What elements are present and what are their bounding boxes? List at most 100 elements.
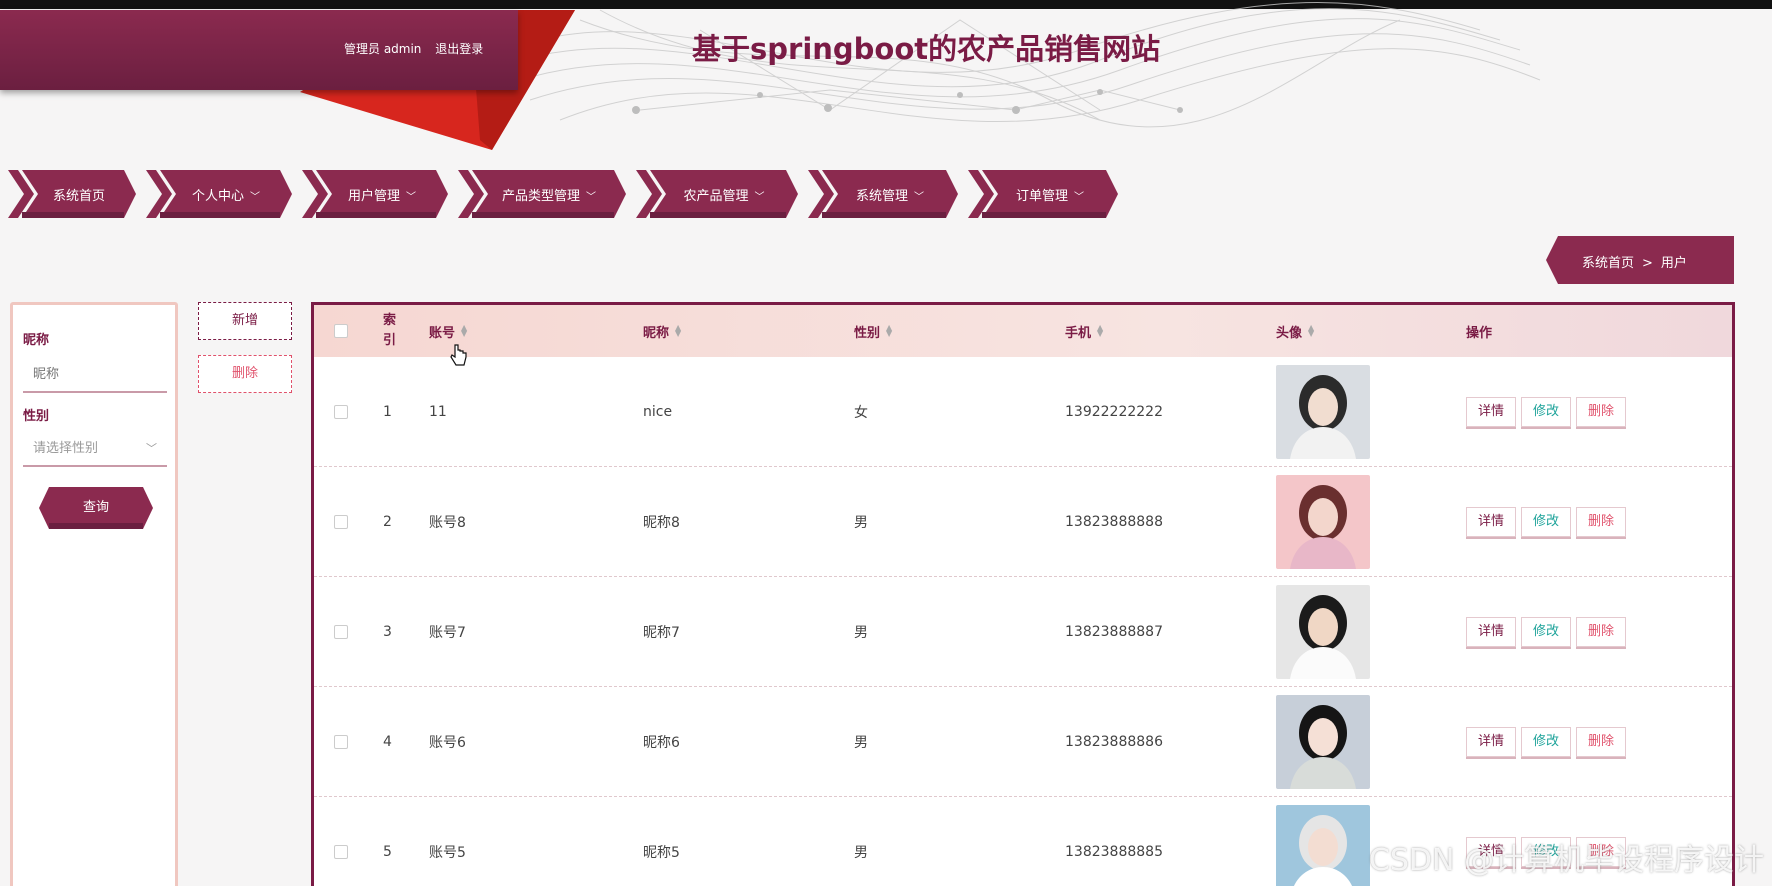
nav-item-label: 农产品管理 ﹀ [636, 185, 798, 204]
nav-item-6[interactable]: 订单管理 ﹀ [968, 170, 1118, 218]
detail-button[interactable]: 详情 [1466, 727, 1516, 757]
row-checkbox[interactable] [334, 405, 348, 419]
admin-user-label: 管理员 admin [344, 42, 422, 56]
chevron-down-icon: ﹀ [406, 191, 416, 203]
edit-button[interactable]: 修改 [1521, 507, 1571, 537]
query-button[interactable]: 查询 [39, 487, 153, 529]
row-ops-cell: 详情 修改 删除 [1466, 467, 1626, 577]
avatar [1276, 365, 1370, 459]
delete-button[interactable]: 删除 [1576, 727, 1626, 757]
col-gender-header[interactable]: 性别 ▲ ▼ [854, 305, 892, 357]
row-nickname: 昵称7 [643, 625, 680, 641]
detail-button[interactable]: 详情 [1466, 617, 1516, 647]
detail-button[interactable]: 详情 [1466, 397, 1516, 427]
hand-cursor-icon [450, 344, 467, 366]
nav-item-4[interactable]: 农产品管理 ﹀ [636, 170, 798, 218]
sort-icon[interactable]: ▲ ▼ [461, 324, 467, 338]
row-checkbox[interactable] [334, 625, 348, 639]
edit-button[interactable]: 修改 [1521, 727, 1571, 757]
batch-delete-button[interactable]: 删除 [198, 355, 292, 393]
site-title: 基于springboot的农产品销售网站 [692, 32, 1161, 66]
table-row: 3 账号7 昵称7 男 13823888887 详情 修改 删除 [314, 577, 1732, 687]
nav-item-label: 系统管理 ﹀ [808, 185, 958, 204]
col-nickname-label: 昵称 [643, 325, 670, 341]
add-button[interactable]: 新增 [198, 302, 292, 340]
row-index: 4 [383, 734, 392, 750]
row-ops-cell: 详情 修改 删除 [1466, 357, 1626, 467]
row-gender: 男 [854, 515, 868, 531]
col-gender-label: 性别 [854, 325, 881, 341]
row-phone: 13823888888 [1065, 514, 1163, 530]
row-checkbox-cell [334, 467, 348, 577]
row-index: 1 [383, 404, 392, 420]
chevron-down-icon: ﹀ [586, 191, 596, 203]
col-account-label: 账号 [429, 325, 456, 341]
avatar [1276, 585, 1370, 679]
breadcrumb-home-link[interactable]: 系统首页 [1582, 256, 1634, 271]
row-ops-cell: 详情 修改 删除 [1466, 577, 1626, 687]
delete-button[interactable]: 删除 [1576, 617, 1626, 647]
delete-button[interactable]: 删除 [1576, 507, 1626, 537]
col-phone-header[interactable]: 手机 ▲ ▼ [1065, 305, 1103, 357]
nav-item-text: 农产品管理 [683, 188, 749, 204]
chevron-down-icon: ﹀ [1074, 191, 1084, 203]
row-index: 3 [383, 624, 392, 640]
row-account: 账号8 [429, 515, 466, 531]
breadcrumb-separator: > [1642, 256, 1653, 271]
row-checkbox[interactable] [334, 515, 348, 529]
row-account: 账号5 [429, 845, 466, 861]
gender-select-placeholder: 请选择性别 [33, 441, 99, 456]
row-gender: 女 [854, 405, 868, 421]
edit-button[interactable]: 修改 [1521, 617, 1571, 647]
sort-icon[interactable]: ▲ ▼ [886, 324, 892, 338]
avatar [1276, 475, 1370, 569]
nav-item-3[interactable]: 产品类型管理 ﹀ [458, 170, 626, 218]
row-nickname: nice [643, 404, 673, 420]
nav-item-1[interactable]: 个人中心 ﹀ [146, 170, 292, 218]
nickname-search-input[interactable] [23, 357, 167, 393]
row-ops-cell: 详情 修改 删除 [1466, 687, 1626, 797]
col-ops-header: 操作 [1466, 325, 1493, 341]
row-checkbox[interactable] [334, 845, 348, 859]
row-gender: 男 [854, 845, 868, 861]
row-gender: 男 [854, 735, 868, 751]
nav-item-text: 系统首页 [52, 188, 105, 204]
table-row: 4 账号6 昵称6 男 13823888886 详情 修改 删除 [314, 687, 1732, 797]
avatar-photo-icon [1276, 475, 1370, 569]
row-checkbox-cell [334, 797, 348, 886]
row-avatar-cell [1276, 687, 1370, 797]
row-phone: 13922222222 [1065, 404, 1163, 420]
nav-item-label: 用户管理 ﹀ [302, 185, 448, 204]
user-table: 索引 账号 ▲ ▼ 昵称 ▲ ▼ 性别 ▲ ▼ 手机 ▲ ▼ 头像 ▲ ▼ 操作 1 11 nice 女 1… [311, 302, 1735, 886]
nickname-label: 昵称 [23, 333, 50, 348]
table-row: 2 账号8 昵称8 男 13823888888 详情 修改 删除 [314, 467, 1732, 577]
select-all-checkbox[interactable] [334, 324, 348, 338]
logout-link[interactable]: 退出登录 [435, 42, 483, 56]
nav-item-label: 系统首页 [8, 185, 136, 204]
user-info: 管理员 admin 退出登录 [344, 40, 493, 57]
detail-button[interactable]: 详情 [1466, 507, 1516, 537]
nav-item-0[interactable]: 系统首页 [8, 170, 136, 218]
nav-item-text: 订单管理 [1015, 188, 1068, 204]
avatar-photo-icon [1276, 365, 1370, 459]
sort-icon[interactable]: ▲ ▼ [675, 324, 681, 338]
avatar-photo-icon [1276, 585, 1370, 679]
chevron-down-icon: ﹀ [754, 191, 765, 203]
edit-button[interactable]: 修改 [1521, 397, 1571, 427]
row-phone: 13823888887 [1065, 624, 1163, 640]
nav-item-2[interactable]: 用户管理 ﹀ [302, 170, 448, 218]
col-avatar-header[interactable]: 头像 ▲ ▼ [1276, 305, 1314, 357]
col-nickname-header[interactable]: 昵称 ▲ ▼ [643, 305, 681, 357]
gender-select[interactable]: 请选择性别 ﹀ [23, 431, 167, 467]
sort-icon[interactable]: ▲ ▼ [1097, 324, 1103, 338]
row-checkbox[interactable] [334, 735, 348, 749]
row-index: 5 [383, 844, 392, 860]
delete-button[interactable]: 删除 [1576, 397, 1626, 427]
row-nickname: 昵称5 [643, 845, 680, 861]
sort-icon[interactable]: ▲ ▼ [1308, 324, 1314, 338]
breadcrumb: 系统首页 > 用户 [1546, 236, 1734, 284]
nav-item-label: 个人中心 ﹀ [146, 185, 292, 204]
watermark: CSDN @计算机毕设程序设计 [1368, 843, 1764, 878]
nav-item-text: 个人中心 [191, 188, 244, 204]
nav-item-5[interactable]: 系统管理 ﹀ [808, 170, 958, 218]
